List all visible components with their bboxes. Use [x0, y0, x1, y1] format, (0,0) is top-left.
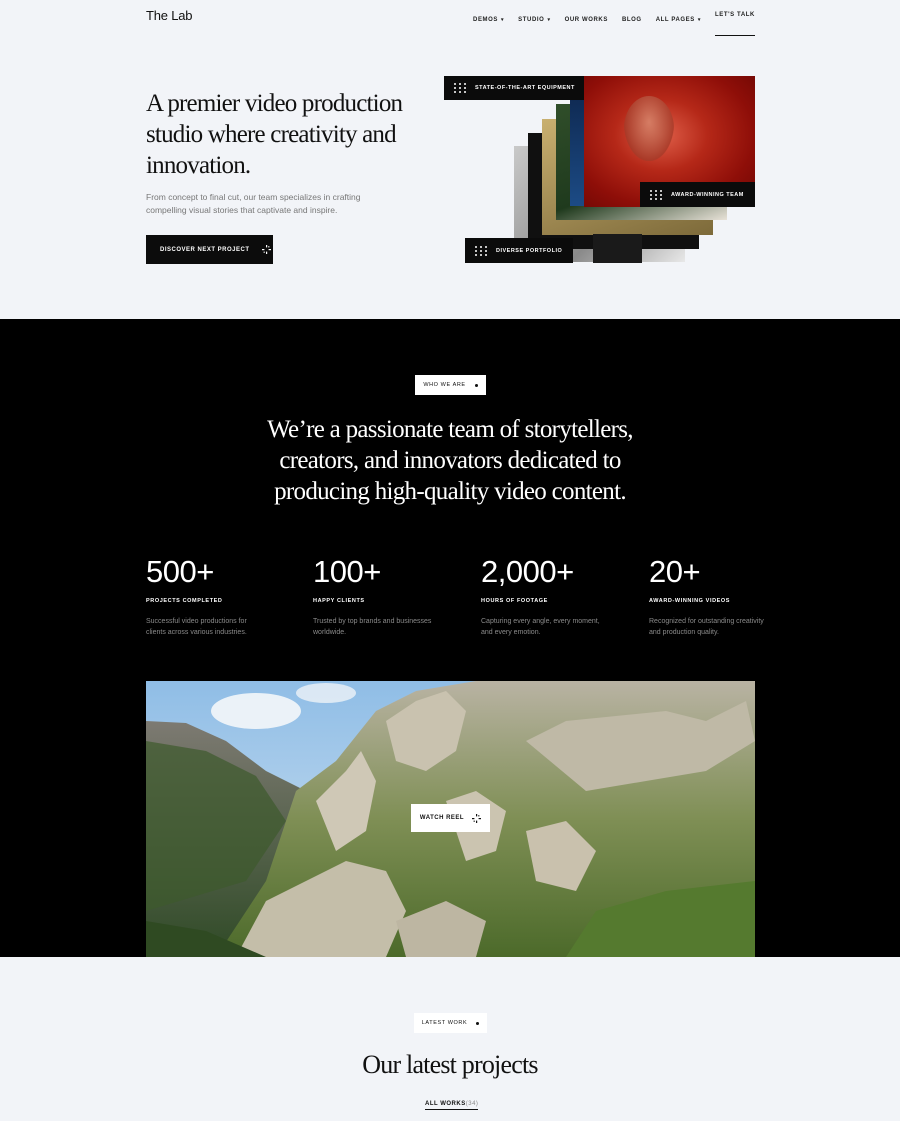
- portrait-figure: [624, 96, 674, 161]
- chevron-down-icon: ▾: [501, 17, 505, 23]
- menu-item-label: OUR WORKS: [564, 17, 608, 23]
- dots-icon: [474, 244, 488, 258]
- discover-project-button[interactable]: DISCOVER NEXT PROJECT: [146, 235, 273, 264]
- menu-item-label: DEMOS: [473, 17, 499, 23]
- menu-item-label: BLOG: [621, 17, 642, 23]
- link-label: ALL WORKS: [425, 1101, 466, 1107]
- portfolio-image-7: [593, 234, 642, 263]
- button-label: WATCH REEL: [419, 815, 465, 821]
- tag-award: AWARD-WINNING TEAM: [640, 182, 755, 207]
- sparkle-icon: [261, 245, 271, 254]
- menu-item-all-pages[interactable]: ALL PAGES ▾: [656, 17, 701, 23]
- stat-projects: 500+ PROJECTS COMPLETED Successful video…: [146, 556, 266, 638]
- menu-item-blog[interactable]: BLOG: [622, 17, 642, 23]
- menu-item-label: STUDIO: [518, 17, 545, 23]
- latest-title: Our latest projects: [362, 1050, 538, 1079]
- dot-icon: [474, 383, 478, 387]
- chevron-down-icon: ▾: [697, 17, 702, 23]
- dots-icon: [649, 188, 663, 202]
- tag-label: STATE-OF-THE-ART EQUIPMENT: [475, 85, 575, 91]
- latest-work-pill: LATEST WORK: [414, 1013, 487, 1033]
- tag-label: AWARD-WINNING TEAM: [671, 191, 744, 198]
- stat-clients: 100+ HAPPY CLIENTS Trusted by top brands…: [313, 556, 433, 638]
- stat-label: HAPPY CLIENTS: [313, 598, 365, 604]
- button-label: DISCOVER NEXT PROJECT: [160, 246, 250, 253]
- menu-item-our-works[interactable]: OUR WORKS: [565, 17, 608, 23]
- dots-icon: [453, 81, 467, 95]
- stat-number: 500+: [146, 554, 214, 589]
- lets-talk-link[interactable]: LET'S TALK: [715, 12, 755, 36]
- stat-footage: 2,000+ HOURS OF FOOTAGE Capturing every …: [481, 556, 601, 638]
- pill-label: WHO WE ARE: [423, 382, 466, 388]
- all-works-link[interactable]: ALL WORKS(34): [425, 1101, 479, 1110]
- hero-description: From concept to final cut, our team spec…: [146, 192, 361, 215]
- stat-description: Recognized for outstanding creativity an…: [649, 618, 764, 636]
- dot-icon: [476, 1021, 480, 1025]
- about-title: We’re a passionate team of storytellers,…: [267, 416, 633, 505]
- main-menu: DEMOS ▾ STUDIO ▾ OUR WORKS BLOG ALL PAGES ▾…: [473, 12, 755, 36]
- stat-awards: 20+ AWARD-WINNING VIDEOS Recognized for …: [649, 556, 769, 638]
- stat-description: Successful video productions for clients…: [146, 618, 247, 636]
- stat-description: Trusted by top brands and businesses wor…: [313, 618, 432, 636]
- top-nav: The Lab DEMOS ▾ STUDIO ▾ OUR WORKS BLOG AL…: [0, 0, 900, 36]
- logo[interactable]: The Lab: [146, 8, 193, 23]
- stat-label: PROJECTS COMPLETED: [146, 598, 223, 604]
- tag-portfolio: DIVERSE PORTFOLIO: [465, 238, 573, 263]
- tag-equipment: STATE-OF-THE-ART EQUIPMENT: [444, 76, 584, 100]
- watch-reel-button[interactable]: WATCH REEL: [411, 804, 490, 832]
- tag-label: DIVERSE PORTFOLIO: [496, 247, 563, 254]
- who-we-are-pill: WHO WE ARE: [415, 375, 486, 395]
- pill-label: LATEST WORK: [421, 1020, 468, 1026]
- stat-number: 2,000+: [481, 554, 574, 589]
- stat-description: Capturing every angle, every moment, and…: [481, 618, 600, 636]
- menu-item-label: ALL PAGES: [655, 17, 695, 23]
- menu-item-studio[interactable]: STUDIO ▾: [518, 17, 550, 23]
- menu-item-demos[interactable]: DEMOS ▾: [473, 17, 504, 23]
- stat-label: AWARD-WINNING VIDEOS: [649, 598, 731, 604]
- stat-label: HOURS OF FOOTAGE: [481, 598, 548, 604]
- stat-number: 100+: [313, 554, 381, 589]
- chevron-down-icon: ▾: [547, 17, 551, 23]
- hero-title: A premier video production studio where …: [146, 90, 403, 179]
- works-count: (34): [465, 1101, 479, 1107]
- stat-number: 20+: [649, 554, 701, 589]
- sparkle-icon: [472, 813, 482, 823]
